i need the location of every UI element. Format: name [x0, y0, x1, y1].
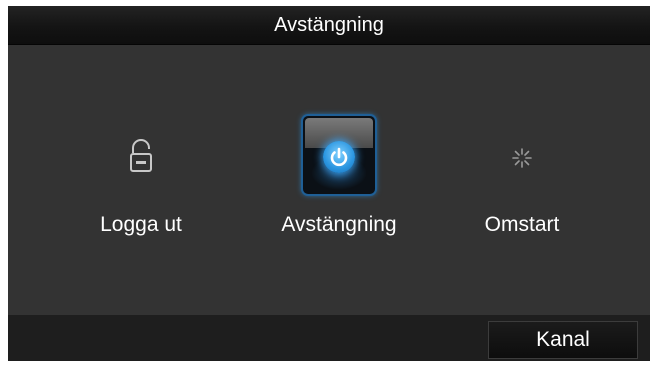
shutdown-dialog: Avstängning Logga ut Avstängning Omstart…: [8, 6, 650, 361]
power-button[interactable]: [303, 116, 375, 194]
power-icon: [323, 141, 355, 173]
shutdown-option[interactable]: Avstängning: [249, 45, 429, 315]
logout-option[interactable]: Logga ut: [51, 45, 231, 315]
footer-bar: Kanal: [8, 315, 650, 361]
shutdown-label: Avstängning: [281, 213, 397, 236]
unlock-icon[interactable]: [105, 116, 177, 194]
logout-label: Logga ut: [100, 213, 182, 236]
power-button-tile: [303, 116, 375, 194]
title-bar: Avstängning: [8, 6, 650, 45]
dialog-title: Avstängning: [274, 14, 384, 36]
options-area: Logga ut Avstängning Omstart: [8, 45, 650, 315]
restart-option[interactable]: Omstart: [432, 45, 612, 315]
channel-button[interactable]: Kanal: [488, 321, 638, 359]
restart-label: Omstart: [484, 213, 560, 236]
restart-icon[interactable]: [486, 116, 558, 194]
